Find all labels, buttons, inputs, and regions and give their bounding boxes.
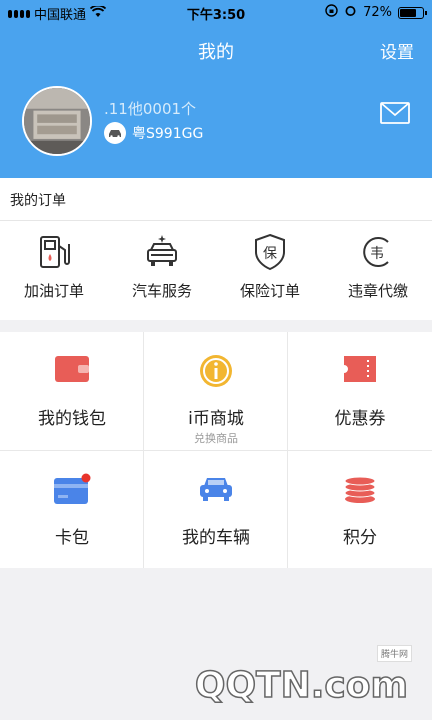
notification-dot bbox=[81, 473, 91, 483]
license-plate[interactable]: 粤S991GG bbox=[104, 122, 203, 144]
car-badge-icon bbox=[104, 122, 126, 144]
order-fuel[interactable]: 加油订单 bbox=[0, 232, 108, 312]
settings-button[interactable]: 设置 bbox=[380, 38, 414, 63]
plate-number: 粤S991GG bbox=[132, 126, 204, 142]
car-wash-icon bbox=[147, 235, 177, 266]
page-title: 我的 bbox=[198, 42, 234, 63]
card-pack-label: 卡包 bbox=[55, 528, 89, 548]
wallet-icon bbox=[55, 356, 89, 382]
coin-mall-sublabel: 兑换商品 bbox=[194, 432, 238, 445]
fuel-pump-icon bbox=[40, 236, 70, 268]
card-pack-tile[interactable]: 卡包 bbox=[0, 451, 144, 569]
card-icon bbox=[54, 473, 91, 504]
profile-header: 我的 设置 .11他0001个 粤S991GG bbox=[0, 24, 432, 178]
alarm-icon bbox=[344, 4, 357, 21]
order-violation[interactable]: 韦 违章代缴 bbox=[324, 232, 432, 312]
coupon-label: 优惠券 bbox=[334, 409, 386, 429]
coupon-icon bbox=[344, 356, 376, 382]
wallet-label: 我的钱包 bbox=[38, 409, 106, 429]
username: .11他0001个 bbox=[104, 100, 197, 118]
order-insurance-label: 保险订单 bbox=[239, 282, 300, 300]
coin-icon bbox=[200, 355, 232, 387]
my-vehicle-label: 我的车辆 bbox=[182, 528, 250, 548]
svg-text:韦: 韦 bbox=[370, 246, 384, 262]
avatar[interactable] bbox=[22, 86, 92, 156]
orders-title: 我的订单 bbox=[10, 193, 66, 209]
coupon-tile[interactable]: 优惠券 bbox=[288, 332, 432, 450]
points-tile[interactable]: 积分 bbox=[288, 451, 432, 569]
wallet-tile[interactable]: 我的钱包 bbox=[0, 332, 144, 450]
orders-section: 我的订单 加油订单 汽车服务 保 保险订单 韦 违章代缴 bbox=[0, 178, 432, 320]
orders-divider bbox=[0, 220, 432, 221]
insurance-shield-icon: 保 bbox=[255, 233, 285, 271]
order-insurance[interactable]: 保 保险订单 bbox=[216, 232, 324, 312]
points-coins-icon bbox=[344, 476, 376, 503]
watermark-logo: QQTN.com bbox=[194, 664, 409, 707]
coin-mall-label: i币商城 bbox=[188, 409, 244, 429]
rotation-lock-icon bbox=[325, 4, 338, 21]
status-bar: 中国联通 下午3:50 72% bbox=[0, 0, 432, 24]
watermark-site-tag: 腾牛网 bbox=[376, 645, 412, 662]
status-right: 72% bbox=[325, 4, 427, 21]
order-car-service-label: 汽车服务 bbox=[131, 282, 192, 300]
svg-text:保: 保 bbox=[263, 246, 277, 262]
points-label: 积分 bbox=[343, 528, 377, 548]
battery-icon bbox=[398, 6, 427, 19]
car-icon bbox=[200, 478, 232, 501]
services-grid: 我的钱包 i币商城 兑换商品 优惠券 卡包 我的车辆 积分 bbox=[0, 332, 432, 568]
coin-mall-tile[interactable]: i币商城 兑换商品 bbox=[144, 332, 288, 450]
order-car-service[interactable]: 汽车服务 bbox=[108, 232, 216, 312]
violation-payment-icon: 韦 bbox=[363, 237, 389, 267]
battery-percent: 72% bbox=[363, 5, 392, 20]
order-violation-label: 违章代缴 bbox=[347, 282, 408, 300]
mail-icon[interactable] bbox=[380, 102, 410, 124]
order-fuel-label: 加油订单 bbox=[23, 282, 84, 300]
my-vehicle-tile[interactable]: 我的车辆 bbox=[144, 451, 288, 569]
